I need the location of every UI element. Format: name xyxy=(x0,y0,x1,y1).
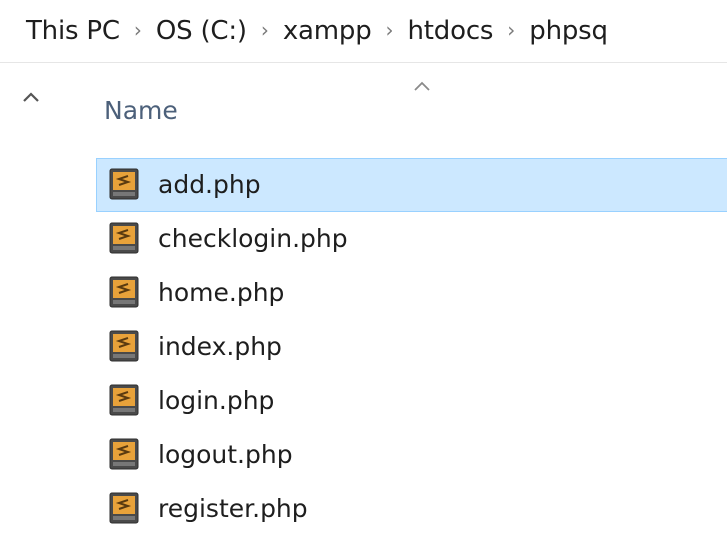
breadcrumb-chevron-icon[interactable]: › xyxy=(247,18,283,42)
breadcrumb-chevron-icon[interactable]: › xyxy=(120,18,156,42)
file-row[interactable]: login.php xyxy=(96,374,727,428)
file-row[interactable]: home.php xyxy=(96,266,727,320)
sublime-text-file-icon xyxy=(109,384,139,416)
file-row[interactable]: index.php xyxy=(96,320,727,374)
navigation-pane xyxy=(0,63,34,557)
file-row[interactable]: checklogin.php xyxy=(96,212,727,266)
file-name: index.php xyxy=(158,332,282,361)
file-name: home.php xyxy=(158,278,285,307)
address-bar-divider xyxy=(0,62,727,63)
file-row[interactable]: logout.php xyxy=(96,428,727,482)
file-list: add.php checklogin.php home.php index.ph… xyxy=(96,158,727,536)
breadcrumb-item-phpsq[interactable]: phpsq xyxy=(529,16,608,46)
breadcrumb-chevron-icon[interactable]: › xyxy=(493,18,529,42)
breadcrumb-item-htdocs[interactable]: htdocs xyxy=(408,16,494,46)
file-row[interactable]: register.php xyxy=(96,482,727,536)
sublime-text-file-icon xyxy=(109,276,139,308)
breadcrumb: This PC › OS (C:) › xampp › htdocs › php… xyxy=(0,0,727,62)
file-name: checklogin.php xyxy=(158,224,348,253)
sublime-text-file-icon xyxy=(109,330,139,362)
sublime-text-file-icon xyxy=(109,168,139,200)
breadcrumb-item-this-pc[interactable]: This PC xyxy=(26,16,120,46)
sublime-text-file-icon xyxy=(109,222,139,254)
file-name: add.php xyxy=(158,170,261,199)
sublime-text-file-icon xyxy=(109,492,139,524)
sort-ascending-icon xyxy=(414,81,430,91)
sublime-text-file-icon xyxy=(109,438,139,470)
column-header-name[interactable]: Name xyxy=(96,74,727,140)
breadcrumb-chevron-icon[interactable]: › xyxy=(372,18,408,42)
file-row[interactable]: add.php xyxy=(96,158,727,212)
file-name: login.php xyxy=(158,386,275,415)
column-header-label: Name xyxy=(104,96,178,125)
breadcrumb-item-xampp[interactable]: xampp xyxy=(283,16,372,46)
breadcrumb-item-os-c[interactable]: OS (C:) xyxy=(156,16,247,46)
chevron-up-icon[interactable] xyxy=(22,90,40,104)
file-name: logout.php xyxy=(158,440,293,469)
file-name: register.php xyxy=(158,494,308,523)
